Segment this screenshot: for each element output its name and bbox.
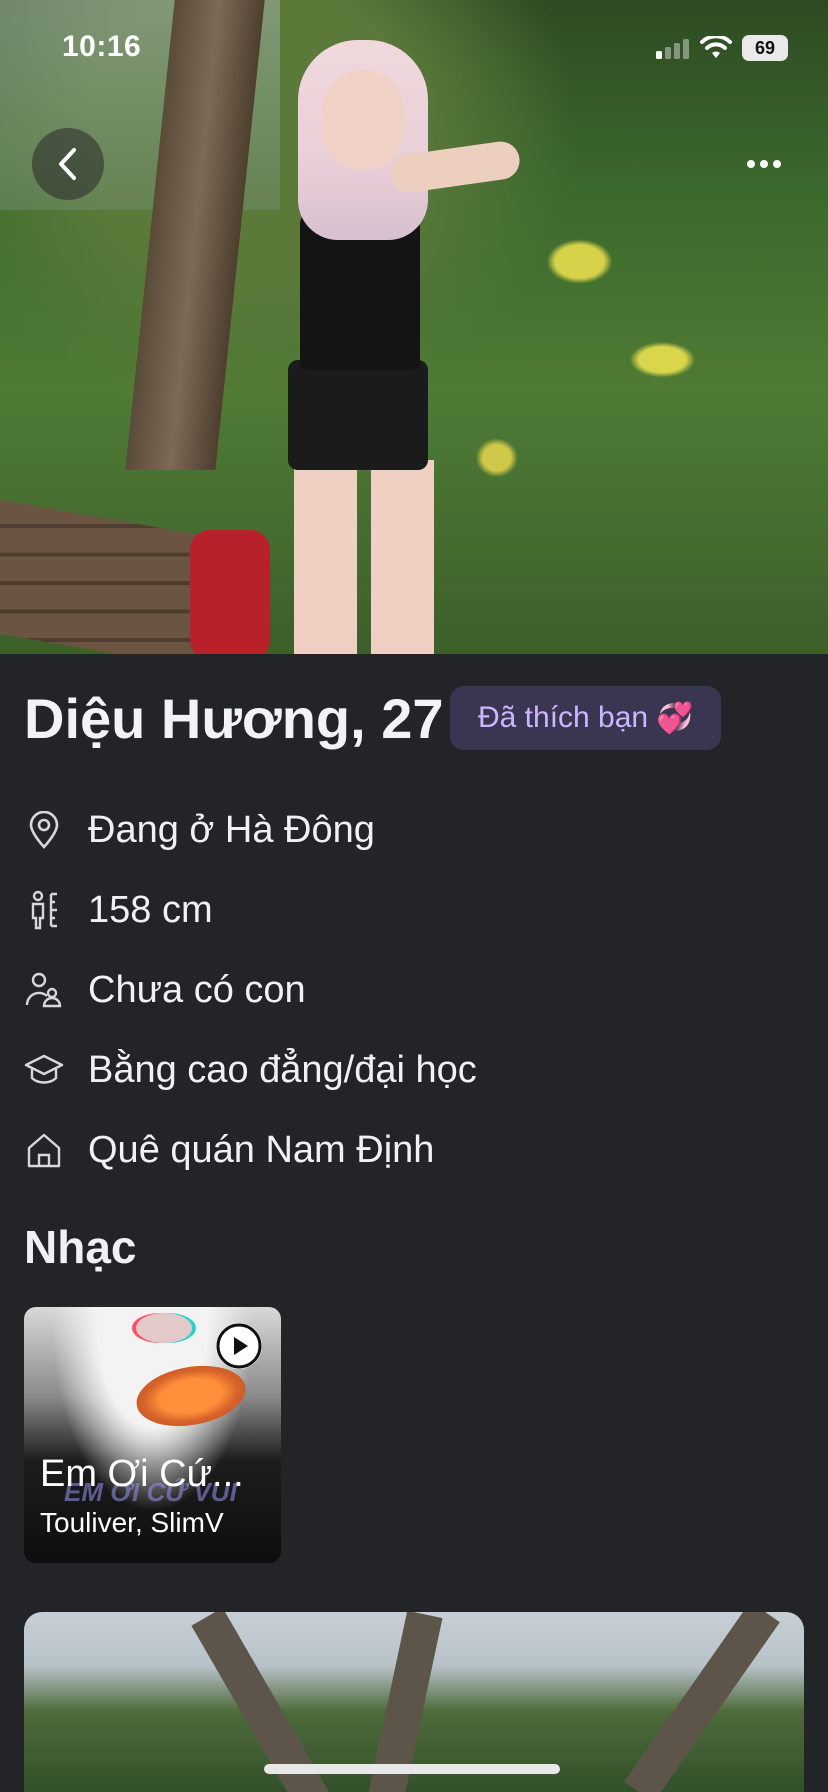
photo-legs [294,460,434,654]
liked-you-badge: Đã thích bạn 💞 [450,686,722,750]
detail-location-text: Đang ở Hà Đông [88,808,375,851]
location-icon [24,810,64,850]
detail-hometown-text: Quê quán Nam Định [88,1128,435,1171]
play-icon [216,1323,262,1369]
hometown-icon [24,1130,64,1170]
home-indicator[interactable] [264,1764,560,1774]
children-icon [24,970,64,1010]
detail-education-text: Bằng cao đẳng/đại học [88,1048,477,1091]
education-icon [24,1050,64,1090]
status-icons: 69 [656,34,788,62]
chevron-left-icon [59,148,76,180]
profile-name-age: Diệu Hương, 27 [24,687,444,750]
detail-location: Đang ở Hà Đông [24,790,804,870]
battery-icon: 69 [742,35,788,61]
photo2-branch [624,1612,780,1792]
detail-hometown: Quê quán Nam Định [24,1110,804,1190]
song-title: Em Ơi Cứ... [40,1453,244,1495]
wifi-icon [700,36,732,58]
cover-art-lips [131,1357,251,1435]
detail-education: Bằng cao đẳng/đại học [24,1030,804,1110]
photo-shorts [288,360,428,470]
profile-photo[interactable] [0,0,828,654]
cellular-signal-icon [656,39,689,59]
song-artist: Touliver, SlimV [40,1507,224,1538]
profile-details-list: Đang ở Hà Đông 158 cm Chưa có con Bằng c… [24,790,804,1190]
status-time: 10:16 [62,30,142,63]
hearts-emoji: 💞 [656,701,694,735]
play-button[interactable] [216,1323,262,1369]
cover-art-nose [136,1313,192,1343]
liked-you-label: Đã thích bạn [478,701,649,734]
more-options-button[interactable] [728,128,800,200]
back-button[interactable] [32,128,104,200]
height-icon [24,890,64,930]
song-card[interactable]: EM ƠI CỨ VUI Em Ơi Cứ... Touliver, SlimV [24,1307,281,1563]
photo-person [190,30,523,654]
photo-red-bag [190,530,270,654]
music-section-title: Nhạc [24,1221,137,1273]
detail-children: Chưa có con [24,950,804,1030]
detail-height-text: 158 cm [88,888,213,931]
more-horizontal-icon [747,160,781,168]
detail-height: 158 cm [24,870,804,950]
detail-children-text: Chưa có con [88,968,306,1011]
photo-face [322,70,404,170]
